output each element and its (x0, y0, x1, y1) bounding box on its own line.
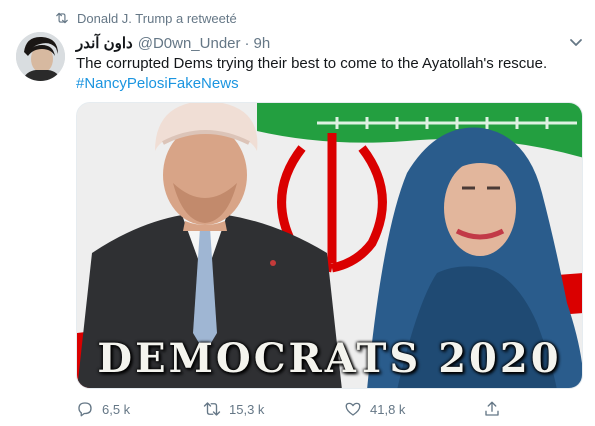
media-caption: DEMOCRATS 2020 (97, 335, 562, 382)
tweet-media-image[interactable]: DEMOCRATS 2020 (76, 102, 583, 389)
like-count: 41,8 k (370, 401, 406, 417)
retweet-context-text: Donald J. Trump a retweeté (77, 10, 237, 26)
tweet-body: The corrupted Dems trying their best to … (76, 55, 548, 72)
retweet-icon (203, 402, 221, 416)
chevron-down-icon[interactable] (568, 36, 584, 50)
share-icon (485, 401, 499, 416)
heart-icon (345, 402, 361, 416)
share-button[interactable] (483, 399, 509, 419)
reply-icon (78, 402, 92, 417)
display-name[interactable]: داون آندر (76, 34, 133, 52)
reply-button[interactable]: 6,5 k (76, 399, 130, 419)
woman-face (444, 160, 516, 256)
tweet-text: The corrupted Dems trying their best to … (76, 54, 576, 94)
retweet-context[interactable]: Donald J. Trump a retweeté (55, 9, 237, 27)
tweet-timestamp[interactable]: 9h (254, 35, 271, 52)
user-handle[interactable]: @D0wn_Under (138, 35, 241, 52)
retweet-count: 15,3 k (229, 401, 265, 417)
avatar[interactable] (16, 32, 65, 81)
like-button[interactable]: 41,8 k (344, 399, 405, 419)
reply-count: 6,5 k (102, 401, 131, 417)
hashtag-link[interactable]: #NancyPelosiFakeNews (76, 74, 576, 94)
retweet-icon (56, 12, 68, 24)
retweet-button[interactable]: 15,3 k (203, 399, 264, 419)
tweet-actions: 6,5 k 15,3 k 41,8 k (76, 399, 499, 419)
separator-dot: · (244, 34, 250, 52)
